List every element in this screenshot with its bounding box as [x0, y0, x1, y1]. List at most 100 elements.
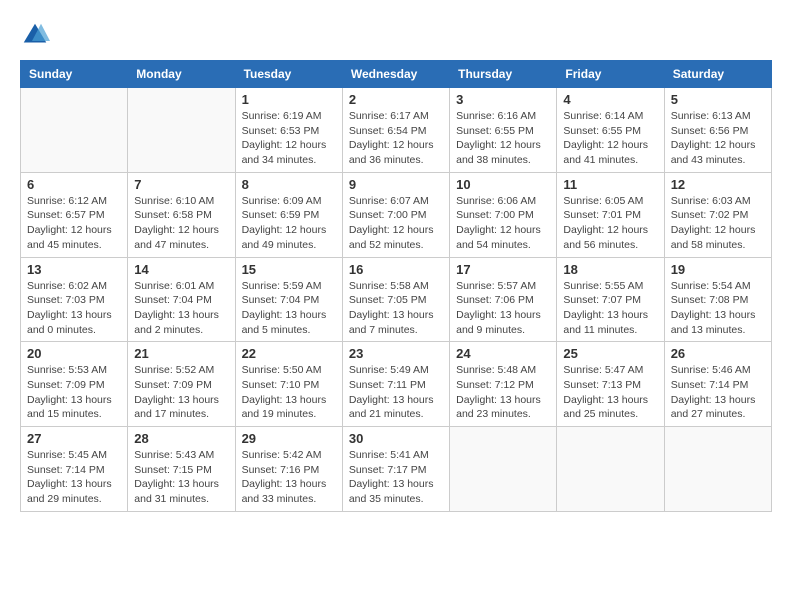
day-info: Sunrise: 5:42 AM Sunset: 7:16 PM Dayligh… [242, 448, 336, 507]
calendar-cell: 25 Sunrise: 5:47 AM Sunset: 7:13 PM Dayli… [557, 342, 664, 427]
calendar-cell [664, 427, 771, 512]
calendar-header-row: SundayMondayTuesdayWednesdayThursdayFrid… [21, 61, 772, 88]
calendar-cell: 14 Sunrise: 6:01 AM Sunset: 7:04 PM Dayli… [128, 257, 235, 342]
day-number: 27 [27, 431, 121, 446]
day-number: 9 [349, 177, 443, 192]
day-info: Sunrise: 6:10 AM Sunset: 6:58 PM Dayligh… [134, 194, 228, 253]
column-header-wednesday: Wednesday [342, 61, 449, 88]
calendar-cell: 7 Sunrise: 6:10 AM Sunset: 6:58 PM Daylig… [128, 172, 235, 257]
day-number: 4 [563, 92, 657, 107]
column-header-monday: Monday [128, 61, 235, 88]
logo-icon [20, 20, 50, 50]
calendar-cell [557, 427, 664, 512]
day-number: 22 [242, 346, 336, 361]
calendar-cell: 13Sunrise: 6:02 AM Sunset: 7:03 PM Dayli… [21, 257, 128, 342]
day-info: Sunrise: 5:54 AM Sunset: 7:08 PM Dayligh… [671, 279, 765, 338]
day-info: Sunrise: 6:16 AM Sunset: 6:55 PM Dayligh… [456, 109, 550, 168]
calendar-cell: 20 Sunrise: 5:53 AM Sunset: 7:09 PM Dayli… [21, 342, 128, 427]
calendar-cell: 16 Sunrise: 5:58 AM Sunset: 7:05 PM Dayli… [342, 257, 449, 342]
day-info: Sunrise: 5:48 AM Sunset: 7:12 PM Dayligh… [456, 363, 550, 422]
day-number: 18 [563, 262, 657, 277]
calendar-cell: 29 Sunrise: 5:42 AM Sunset: 7:16 PM Dayli… [235, 427, 342, 512]
day-number: 1 [242, 92, 336, 107]
calendar-cell: 4 Sunrise: 6:14 AM Sunset: 6:55 PM Daylig… [557, 88, 664, 173]
day-number: 17 [456, 262, 550, 277]
week-row-3: 13Sunrise: 6:02 AM Sunset: 7:03 PM Dayli… [21, 257, 772, 342]
day-number: 14 [134, 262, 228, 277]
day-number: 3 [456, 92, 550, 107]
day-info: Sunrise: 6:01 AM Sunset: 7:04 PM Dayligh… [134, 279, 228, 338]
day-number: 19 [671, 262, 765, 277]
day-number: 7 [134, 177, 228, 192]
day-info: Sunrise: 6:12 AM Sunset: 6:57 PM Dayligh… [27, 194, 121, 253]
day-number: 26 [671, 346, 765, 361]
calendar-cell: 9 Sunrise: 6:07 AM Sunset: 7:00 PM Daylig… [342, 172, 449, 257]
calendar-cell: 1 Sunrise: 6:19 AM Sunset: 6:53 PM Daylig… [235, 88, 342, 173]
day-info: Sunrise: 5:58 AM Sunset: 7:05 PM Dayligh… [349, 279, 443, 338]
day-info: Sunrise: 6:17 AM Sunset: 6:54 PM Dayligh… [349, 109, 443, 168]
day-info: Sunrise: 5:52 AM Sunset: 7:09 PM Dayligh… [134, 363, 228, 422]
day-number: 11 [563, 177, 657, 192]
day-info: Sunrise: 5:55 AM Sunset: 7:07 PM Dayligh… [563, 279, 657, 338]
calendar-cell [450, 427, 557, 512]
day-info: Sunrise: 5:53 AM Sunset: 7:09 PM Dayligh… [27, 363, 121, 422]
day-info: Sunrise: 6:13 AM Sunset: 6:56 PM Dayligh… [671, 109, 765, 168]
day-info: Sunrise: 6:19 AM Sunset: 6:53 PM Dayligh… [242, 109, 336, 168]
day-info: Sunrise: 5:46 AM Sunset: 7:14 PM Dayligh… [671, 363, 765, 422]
day-info: Sunrise: 5:41 AM Sunset: 7:17 PM Dayligh… [349, 448, 443, 507]
calendar-cell: 6Sunrise: 6:12 AM Sunset: 6:57 PM Daylig… [21, 172, 128, 257]
day-info: Sunrise: 5:45 AM Sunset: 7:14 PM Dayligh… [27, 448, 121, 507]
day-info: Sunrise: 6:02 AM Sunset: 7:03 PM Dayligh… [27, 279, 121, 338]
calendar-table: SundayMondayTuesdayWednesdayThursdayFrid… [20, 60, 772, 512]
day-number: 12 [671, 177, 765, 192]
calendar-cell: 8 Sunrise: 6:09 AM Sunset: 6:59 PM Daylig… [235, 172, 342, 257]
day-info: Sunrise: 5:59 AM Sunset: 7:04 PM Dayligh… [242, 279, 336, 338]
day-info: Sunrise: 5:49 AM Sunset: 7:11 PM Dayligh… [349, 363, 443, 422]
calendar-cell: 21 Sunrise: 5:52 AM Sunset: 7:09 PM Dayli… [128, 342, 235, 427]
column-header-saturday: Saturday [664, 61, 771, 88]
day-number: 24 [456, 346, 550, 361]
calendar-cell: 24 Sunrise: 5:48 AM Sunset: 7:12 PM Dayli… [450, 342, 557, 427]
day-info: Sunrise: 5:47 AM Sunset: 7:13 PM Dayligh… [563, 363, 657, 422]
day-number: 2 [349, 92, 443, 107]
day-info: Sunrise: 6:07 AM Sunset: 7:00 PM Dayligh… [349, 194, 443, 253]
calendar-cell: 23 Sunrise: 5:49 AM Sunset: 7:11 PM Dayli… [342, 342, 449, 427]
column-header-friday: Friday [557, 61, 664, 88]
day-number: 29 [242, 431, 336, 446]
day-number: 16 [349, 262, 443, 277]
day-number: 23 [349, 346, 443, 361]
day-info: Sunrise: 5:57 AM Sunset: 7:06 PM Dayligh… [456, 279, 550, 338]
calendar-cell [128, 88, 235, 173]
week-row-1: 1 Sunrise: 6:19 AM Sunset: 6:53 PM Daylig… [21, 88, 772, 173]
day-info: Sunrise: 6:09 AM Sunset: 6:59 PM Dayligh… [242, 194, 336, 253]
day-info: Sunrise: 6:05 AM Sunset: 7:01 PM Dayligh… [563, 194, 657, 253]
calendar-cell: 19 Sunrise: 5:54 AM Sunset: 7:08 PM Dayli… [664, 257, 771, 342]
column-header-tuesday: Tuesday [235, 61, 342, 88]
day-number: 28 [134, 431, 228, 446]
calendar-cell: 18 Sunrise: 5:55 AM Sunset: 7:07 PM Dayli… [557, 257, 664, 342]
week-row-5: 27 Sunrise: 5:45 AM Sunset: 7:14 PM Dayli… [21, 427, 772, 512]
day-info: Sunrise: 5:50 AM Sunset: 7:10 PM Dayligh… [242, 363, 336, 422]
calendar-cell: 11 Sunrise: 6:05 AM Sunset: 7:01 PM Dayli… [557, 172, 664, 257]
column-header-sunday: Sunday [21, 61, 128, 88]
calendar-cell: 17 Sunrise: 5:57 AM Sunset: 7:06 PM Dayli… [450, 257, 557, 342]
day-info: Sunrise: 6:14 AM Sunset: 6:55 PM Dayligh… [563, 109, 657, 168]
calendar-cell: 26 Sunrise: 5:46 AM Sunset: 7:14 PM Dayli… [664, 342, 771, 427]
day-number: 25 [563, 346, 657, 361]
day-info: Sunrise: 6:06 AM Sunset: 7:00 PM Dayligh… [456, 194, 550, 253]
day-number: 8 [242, 177, 336, 192]
calendar-cell: 28Sunrise: 5:43 AM Sunset: 7:15 PM Dayli… [128, 427, 235, 512]
column-header-thursday: Thursday [450, 61, 557, 88]
day-number: 21 [134, 346, 228, 361]
logo [20, 20, 54, 50]
day-number: 20 [27, 346, 121, 361]
header [20, 20, 772, 50]
calendar-cell: 27 Sunrise: 5:45 AM Sunset: 7:14 PM Dayli… [21, 427, 128, 512]
day-number: 30 [349, 431, 443, 446]
calendar-cell: 2 Sunrise: 6:17 AM Sunset: 6:54 PM Daylig… [342, 88, 449, 173]
calendar-cell: 5Sunrise: 6:13 AM Sunset: 6:56 PM Daylig… [664, 88, 771, 173]
day-info: Sunrise: 6:03 AM Sunset: 7:02 PM Dayligh… [671, 194, 765, 253]
week-row-4: 20 Sunrise: 5:53 AM Sunset: 7:09 PM Dayli… [21, 342, 772, 427]
calendar-cell: 10Sunrise: 6:06 AM Sunset: 7:00 PM Dayli… [450, 172, 557, 257]
calendar-cell: 30 Sunrise: 5:41 AM Sunset: 7:17 PM Dayli… [342, 427, 449, 512]
